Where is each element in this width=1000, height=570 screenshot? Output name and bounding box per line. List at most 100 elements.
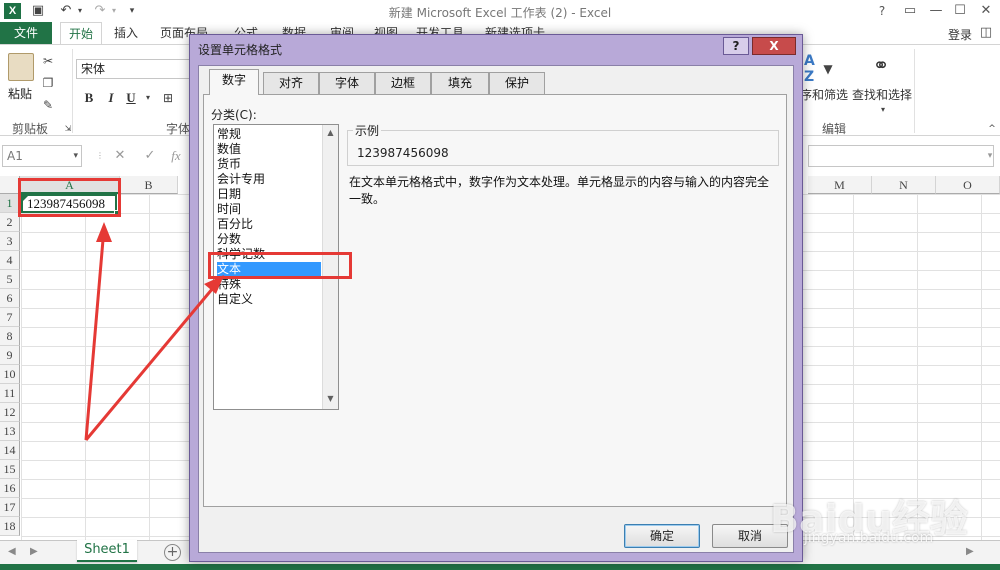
row-header[interactable]: 16 [0,479,20,498]
save-icon[interactable]: ▣ [30,3,46,19]
scroll-down-icon[interactable]: ▼ [323,391,338,407]
paste-icon[interactable] [8,53,34,81]
underline-dropdown-icon[interactable]: ▾ [140,90,156,106]
customize-qat-icon[interactable]: ▾ [124,3,140,19]
italic-button[interactable]: I [102,89,120,107]
ribbon-separator [72,49,73,133]
ribbon-separator [914,49,915,133]
list-item[interactable]: 时间 [217,202,321,217]
next-sheet-icon[interactable]: ▶ [30,546,38,557]
dialog-close-button[interactable]: X [752,37,796,55]
list-item[interactable]: 日期 [217,187,321,202]
select-all-corner[interactable] [0,176,20,194]
maximize-button[interactable]: ☐ [946,2,974,20]
row-header[interactable]: 5 [0,270,20,289]
tab-insert[interactable]: 插入 [106,22,146,44]
insert-function-icon[interactable]: fx [168,148,184,164]
row-header[interactable]: 7 [0,308,20,327]
binoculars-icon[interactable]: ⚭ [866,53,896,83]
paste-button[interactable]: 粘贴 [8,85,32,102]
row-header[interactable]: 4 [0,251,20,270]
close-button[interactable]: ✕ [972,2,1000,20]
underline-button[interactable]: U [122,89,140,107]
column-header-b[interactable]: B [120,176,178,194]
expand-formula-icon[interactable]: ▾ [982,148,998,164]
row-header[interactable]: 17 [0,498,20,517]
copy-icon[interactable]: ❐ [40,75,56,91]
category-label: 分类(C): [211,108,257,122]
row-header[interactable]: 14 [0,441,20,460]
font-group-label: 字体 [166,122,191,136]
list-item[interactable]: 分数 [217,232,321,247]
prev-sheet-icon[interactable]: ◀ [8,546,16,557]
borders-icon[interactable]: ⊞ [160,90,176,106]
sample-label: 示例 [353,122,382,139]
login-link[interactable]: 登录 [948,26,972,43]
list-item[interactable]: 特殊 [217,277,321,292]
list-item[interactable]: 会计专用 [217,172,321,187]
name-box-value: A1 [7,149,23,163]
row-header[interactable]: 3 [0,232,20,251]
add-sheet-button[interactable]: + [164,544,181,561]
format-painter-icon[interactable]: ✎ [40,97,56,113]
row-header[interactable]: 2 [0,213,20,232]
tab-home[interactable]: 开始 [60,22,102,44]
column-header-n[interactable]: N [872,176,936,194]
row-header[interactable]: 10 [0,365,20,384]
sample-value: 123987456098 [357,146,449,160]
sheet-tab-sheet1[interactable]: Sheet1 [77,540,137,562]
cancel-entry-icon[interactable]: ✕ [112,148,128,164]
row-header[interactable]: 9 [0,346,20,365]
tab-protection[interactable]: 保护 [489,72,545,94]
bold-button[interactable]: B [80,89,98,107]
list-item[interactable]: 百分比 [217,217,321,232]
redo-dropdown-icon[interactable]: ▾ [106,3,122,19]
undo-dropdown-icon[interactable]: ▾ [72,3,88,19]
row-header[interactable]: 13 [0,422,20,441]
ribbon-display-button[interactable]: ▭ [896,2,924,20]
tab-font[interactable]: 字体 [319,72,375,94]
sort-filter-button[interactable]: 序和筛选 [800,86,848,103]
confirm-entry-icon[interactable]: ✓ [142,148,158,164]
tab-fill[interactable]: 填充 [431,72,489,94]
column-header-o[interactable]: O [936,176,1000,194]
row-header[interactable]: 8 [0,327,20,346]
list-item[interactable]: 自定义 [217,292,321,307]
list-item[interactable]: 货币 [217,157,321,172]
collapse-ribbon-icon[interactable]: ^ [984,121,1000,137]
name-box-dropdown-icon[interactable]: ▾ [73,146,78,166]
font-name-select[interactable]: 宋体 [76,59,194,79]
list-item[interactable]: 数值 [217,142,321,157]
column-header-m[interactable]: M [808,176,872,194]
title-bar: X ▣ ↶ ▾ ↷ ▾ ▾ 新建 Microsoft Excel 工作表 (2)… [0,0,1000,22]
watermark-url: jingyan.baidu.com [804,530,934,546]
filter-icon[interactable]: ▼ [820,61,836,77]
cut-icon[interactable]: ✂ [40,53,56,69]
status-bar [0,564,1000,570]
row-header[interactable]: 18 [0,517,20,536]
formula-input[interactable] [808,145,994,167]
help-button[interactable]: ? [868,2,896,20]
tab-border[interactable]: 边框 [375,72,431,94]
scroll-right-icon[interactable]: ▶ [966,546,974,557]
row-header[interactable]: 1 [0,194,20,213]
ok-button[interactable]: 确定 [624,524,700,548]
dialog-body: 数字 对齐 字体 边框 填充 保护 分类(C): 常规 数值 货币 会计专用 日… [198,65,794,553]
user-icon[interactable]: ◫ [972,24,1000,42]
row-header[interactable]: 6 [0,289,20,308]
row-header[interactable]: 11 [0,384,20,403]
dialog-title: 设置单元格格式 [198,43,283,57]
tab-number[interactable]: 数字 [209,69,259,95]
find-select-button[interactable]: 查找和选择 [852,86,912,103]
clipboard-group-label: 剪贴板 [12,122,49,136]
row-header[interactable]: 12 [0,403,20,422]
dialog-help-button[interactable]: ? [723,37,749,55]
row-header[interactable]: 15 [0,460,20,479]
name-box[interactable]: A1 ▾ [2,145,82,167]
scroll-up-icon[interactable]: ▲ [323,125,338,141]
tab-file[interactable]: 文件 [0,22,52,44]
list-item[interactable]: 常规 [217,127,321,142]
find-dropdown-icon[interactable]: ▾ [875,102,891,118]
tab-alignment[interactable]: 对齐 [263,72,319,94]
clipboard-launcher-icon[interactable]: ⇲ [60,121,76,137]
